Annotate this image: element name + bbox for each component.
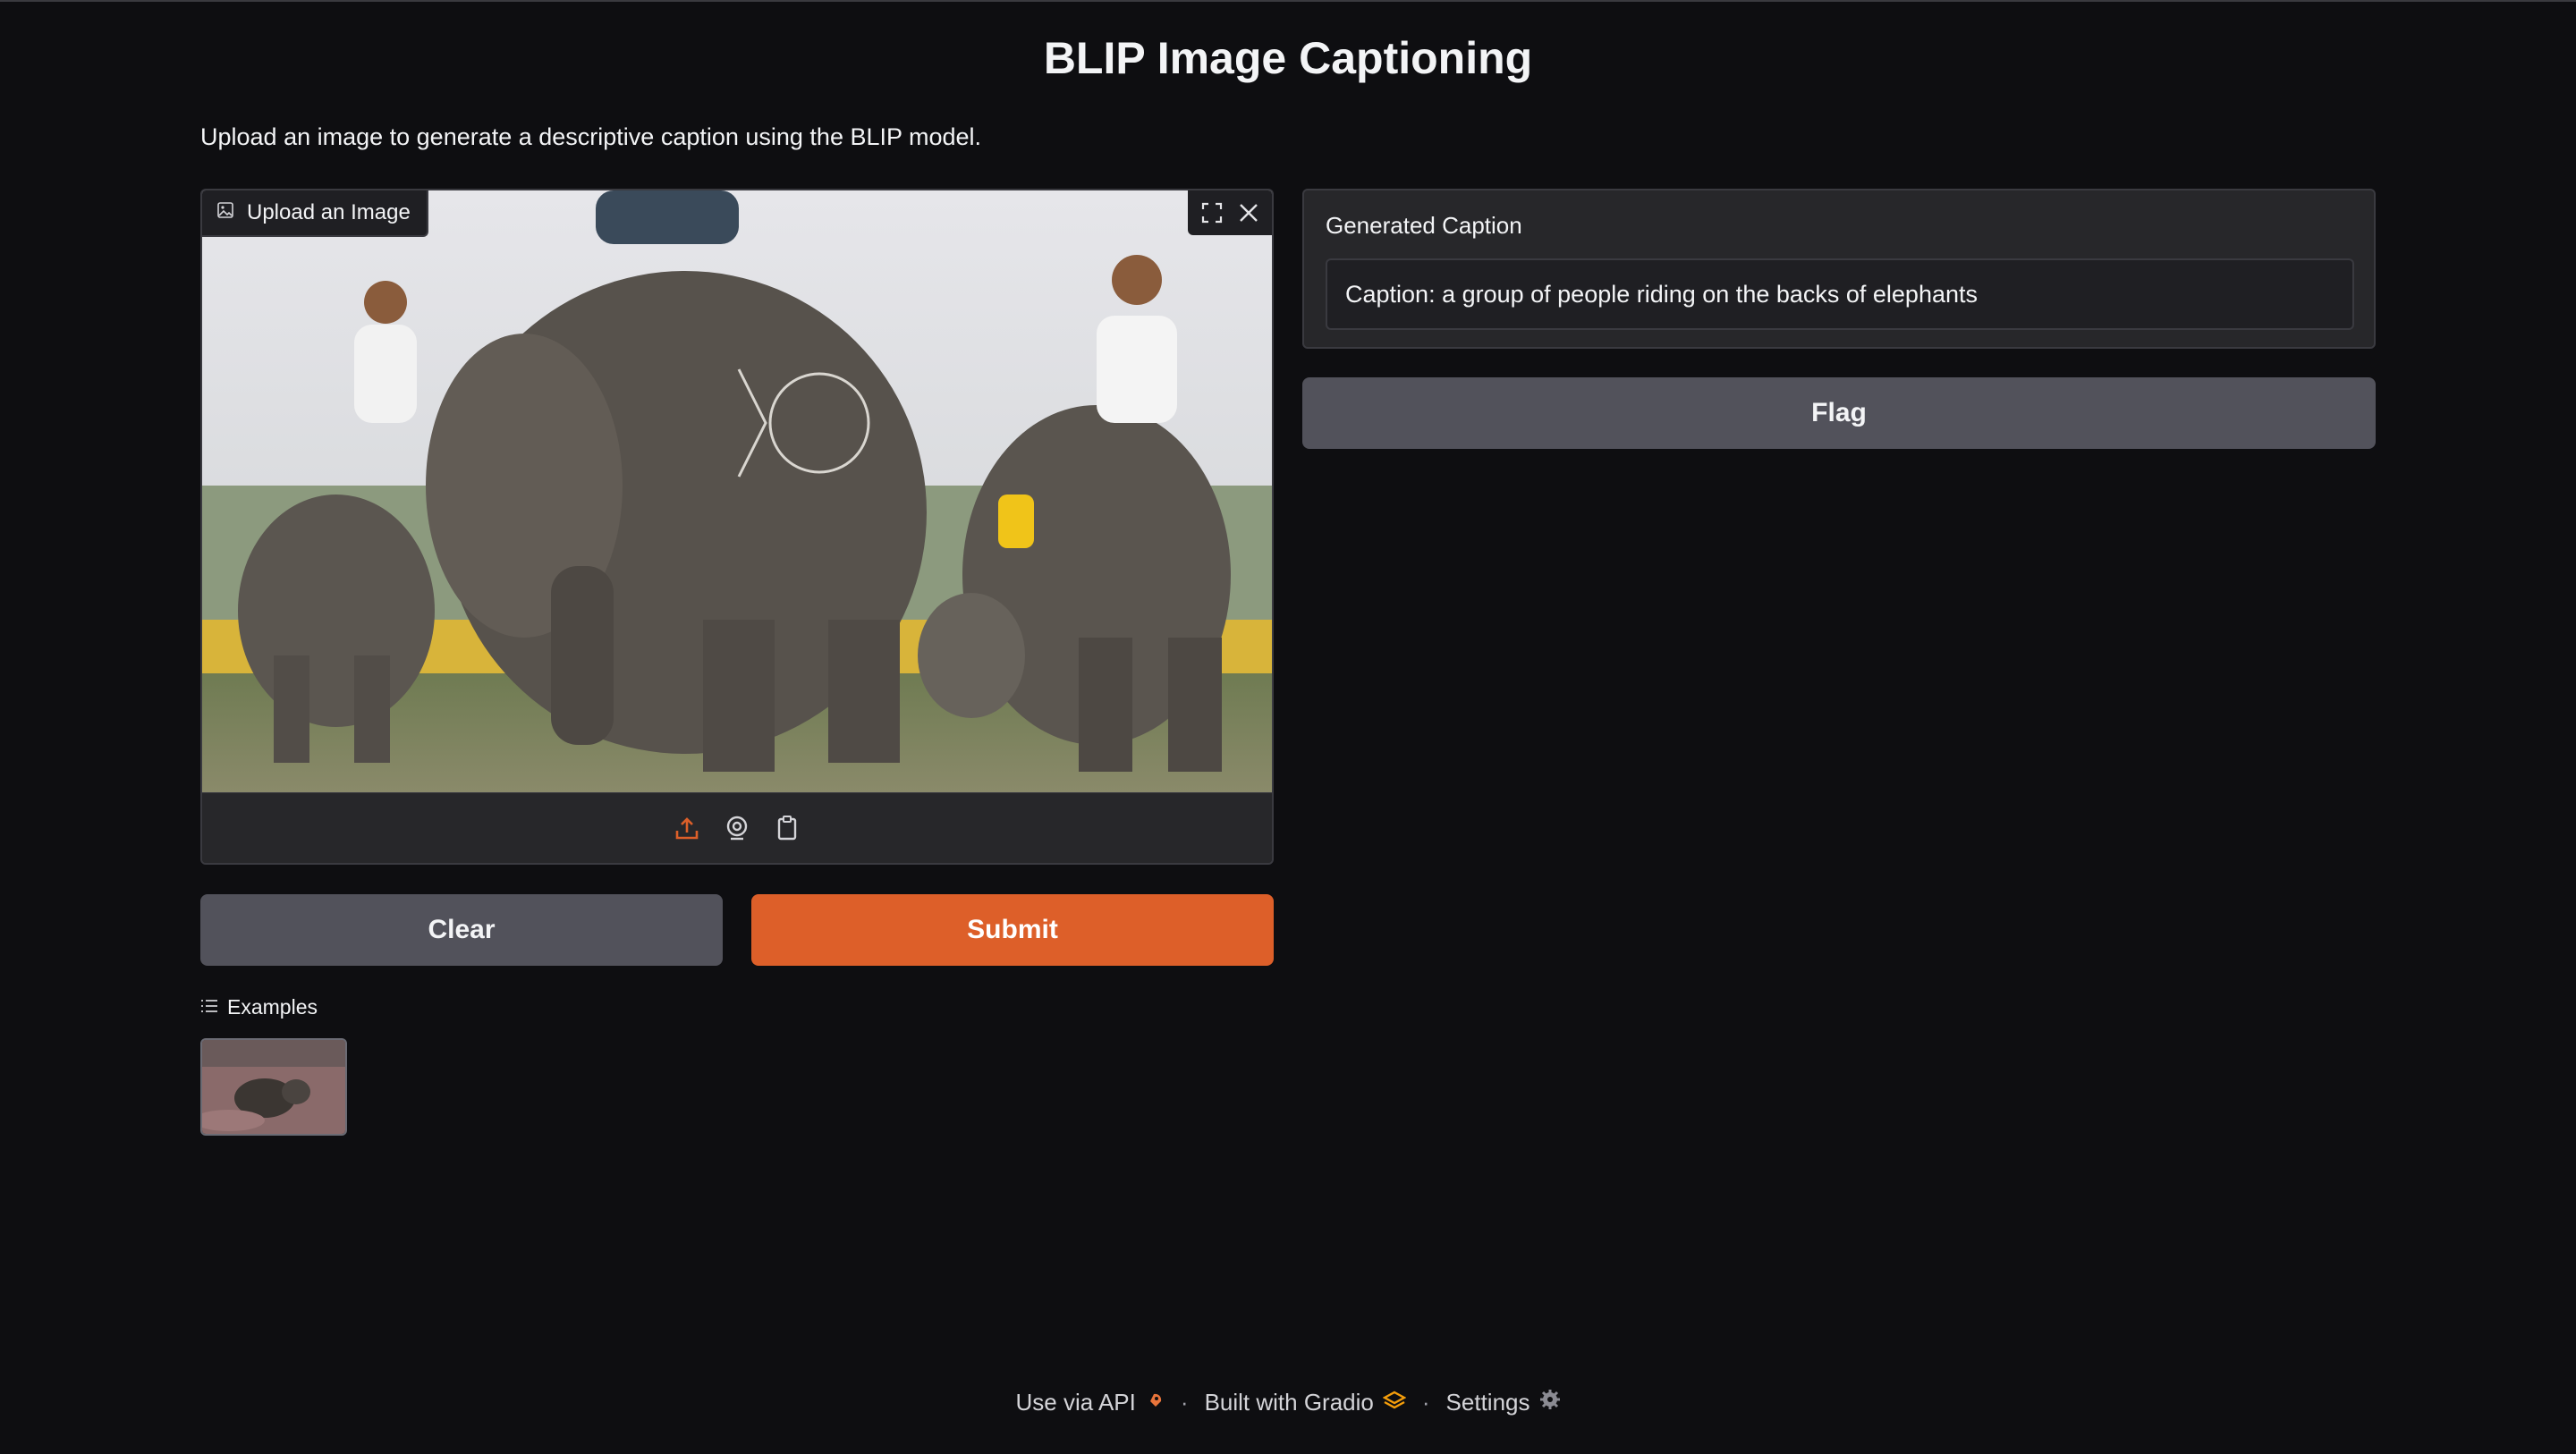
- examples-header: Examples: [200, 995, 318, 1019]
- example-thumbnail[interactable]: [200, 1038, 347, 1136]
- gradio-logo-icon: [1382, 1389, 1407, 1416]
- clipboard-icon[interactable]: [773, 814, 801, 842]
- footer: Use via API · Built with Gradio · Settin…: [0, 1389, 2576, 1416]
- list-icon: [200, 995, 218, 1019]
- upload-icon[interactable]: [673, 814, 701, 842]
- image-controls: [1188, 190, 1272, 235]
- page-title: BLIP Image Captioning: [1043, 33, 1533, 83]
- caption-output-panel: Generated Caption Caption: a group of pe…: [1302, 189, 2376, 349]
- clear-button[interactable]: Clear: [200, 894, 723, 966]
- uploaded-image[interactable]: [202, 190, 1272, 792]
- close-icon[interactable]: [1234, 199, 1263, 227]
- image-input-label: Upload an Image: [202, 190, 428, 237]
- examples-label: Examples: [227, 995, 318, 1019]
- submit-button[interactable]: Submit: [751, 894, 1274, 966]
- settings-label: Settings: [1445, 1389, 1530, 1416]
- caption-label: Generated Caption: [1326, 212, 1522, 239]
- flag-button[interactable]: Flag: [1302, 377, 2376, 449]
- fullscreen-icon[interactable]: [1198, 199, 1226, 227]
- webcam-icon[interactable]: [723, 814, 751, 842]
- use-api-link[interactable]: Use via API: [1015, 1389, 1164, 1416]
- footer-separator-2: ·: [1421, 1389, 1430, 1416]
- image-input-label-text: Upload an Image: [247, 200, 411, 224]
- footer-separator: ·: [1180, 1389, 1189, 1416]
- image-input-panel[interactable]: Upload an Image: [200, 189, 1274, 865]
- gradio-label: Built with Gradio: [1204, 1389, 1374, 1416]
- page-description: Upload an image to generate a descriptiv…: [200, 123, 982, 150]
- gradio-link[interactable]: Built with Gradio: [1204, 1389, 1407, 1416]
- rocket-icon: [1145, 1389, 1165, 1416]
- caption-textbox[interactable]: Caption: a group of people riding on the…: [1326, 258, 2354, 330]
- gear-icon: [1539, 1389, 1561, 1416]
- image-icon: [216, 200, 234, 225]
- settings-link[interactable]: Settings: [1446, 1389, 1561, 1416]
- top-border: [0, 0, 2576, 2]
- use-api-label: Use via API: [1015, 1389, 1136, 1416]
- image-source-toolbar: [202, 792, 1272, 863]
